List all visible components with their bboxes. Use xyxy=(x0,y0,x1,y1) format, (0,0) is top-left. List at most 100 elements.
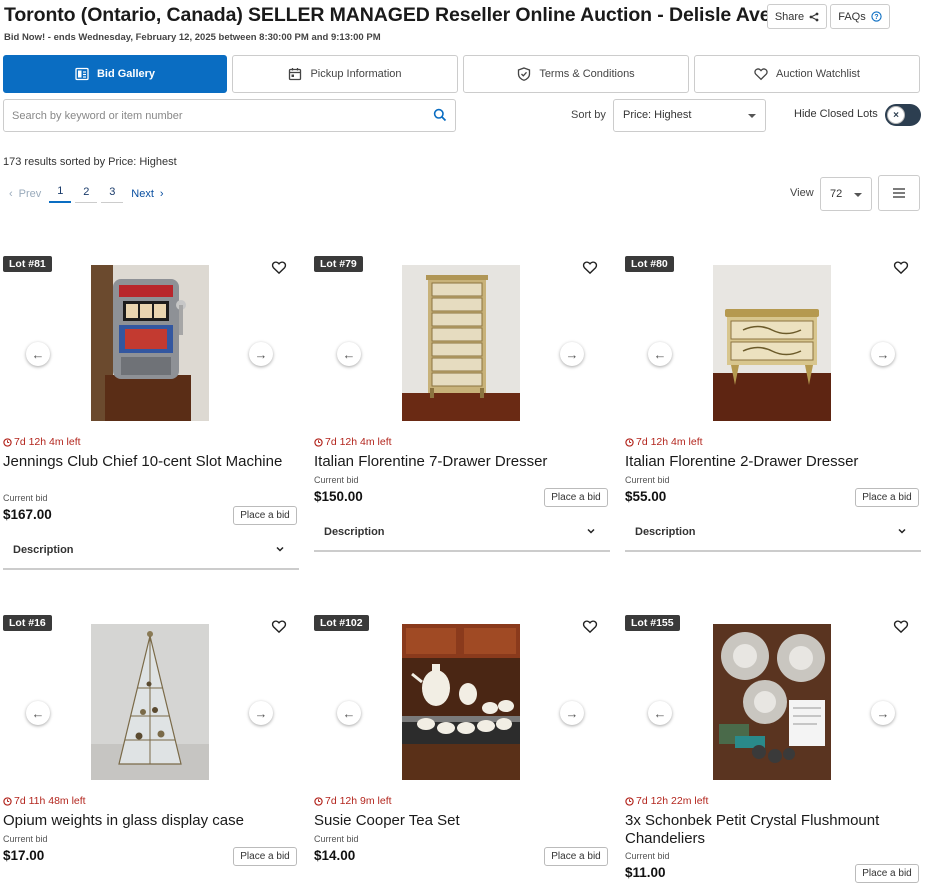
clock-icon xyxy=(625,437,634,447)
tab-label: Pickup Information xyxy=(310,68,402,80)
lot-photo[interactable] xyxy=(402,624,520,780)
watchlist-heart-icon[interactable] xyxy=(582,260,598,275)
lot-photo[interactable] xyxy=(713,265,831,421)
watchlist-heart-icon[interactable] xyxy=(582,619,598,634)
prev-photo-button[interactable]: ← xyxy=(648,701,672,725)
lot-number-badge: Lot #81 xyxy=(3,256,52,272)
page-2-link[interactable]: 2 xyxy=(75,186,98,203)
svg-text:?: ? xyxy=(874,14,878,21)
lot-title[interactable]: Italian Florentine 7-Drawer Dresser xyxy=(314,453,604,471)
share-label: Share xyxy=(774,10,805,23)
place-bid-button[interactable]: Place a bid xyxy=(544,847,608,866)
watchlist-heart-icon[interactable] xyxy=(893,619,909,634)
description-toggle[interactable]: Description xyxy=(3,532,299,570)
watchlist-heart-icon[interactable] xyxy=(271,619,287,634)
lot-title[interactable]: Opium weights in glass display case xyxy=(3,812,293,830)
chevron-down-icon xyxy=(748,114,756,118)
next-photo-button[interactable]: → xyxy=(560,342,584,366)
current-bid-label: Current bid xyxy=(314,834,359,844)
next-photo-button[interactable]: → xyxy=(560,701,584,725)
clock-icon xyxy=(314,796,323,806)
time-left-text: 7d 12h 4m left xyxy=(14,436,81,448)
hide-closed-toggle[interactable]: × xyxy=(885,104,921,126)
prev-photo-button[interactable]: ← xyxy=(648,342,672,366)
sort-select[interactable]: Price: Highest xyxy=(613,99,766,132)
auction-end-time: Bid Now! - ends Wednesday, February 12, … xyxy=(4,32,381,43)
prev-photo-button[interactable]: ← xyxy=(337,342,361,366)
prev-photo-button[interactable]: ← xyxy=(337,701,361,725)
tab-bid-gallery[interactable]: Bid Gallery xyxy=(3,55,227,93)
lot-number-badge: Lot #155 xyxy=(625,615,680,631)
time-left: 7d 12h 4m left xyxy=(314,436,392,448)
next-photo-button[interactable]: → xyxy=(249,701,273,725)
chevron-down-icon xyxy=(276,546,284,552)
view-label: View xyxy=(790,187,814,199)
faqs-button[interactable]: FAQs ? xyxy=(830,4,890,29)
lot-number-badge: Lot #79 xyxy=(314,256,363,272)
lot-card: Lot #81 ← → 7d 12h 4m left Jennings Club… xyxy=(3,256,299,576)
pagination: ‹ Prev 1 2 3 Next › xyxy=(3,183,170,205)
auction-tabs: Bid Gallery Pickup Information Terms & C… xyxy=(3,55,920,93)
lot-number-badge: Lot #80 xyxy=(625,256,674,272)
place-bid-button[interactable]: Place a bid xyxy=(233,847,297,866)
lot-card: Lot #155 ← → 7d 12h 22m left 3x Schonbek… xyxy=(625,615,921,885)
auction-header: Toronto (Ontario, Canada) SELLER MANAGED… xyxy=(4,2,924,46)
arrow-right-icon: → xyxy=(565,705,579,721)
tab-auction-watchlist[interactable]: Auction Watchlist xyxy=(694,55,920,93)
description-toggle[interactable]: Description xyxy=(314,514,610,552)
place-bid-button[interactable]: Place a bid xyxy=(233,506,297,525)
lot-card: Lot #16 ← → 7d 11h 48m left Opium weight… xyxy=(3,615,299,885)
page-1-link[interactable]: 1 xyxy=(49,185,72,203)
current-bid-amount: $150.00 xyxy=(314,489,363,504)
watchlist-heart-icon[interactable] xyxy=(271,260,287,275)
share-icon xyxy=(809,12,819,21)
arrow-right-icon: → xyxy=(876,346,890,362)
time-left-text: 7d 12h 9m left xyxy=(325,795,392,807)
sort-label: Sort by xyxy=(571,109,606,121)
page-title: Toronto (Ontario, Canada) SELLER MANAGED… xyxy=(4,4,805,26)
next-page-button[interactable]: Next › xyxy=(125,188,169,200)
prev-page-button[interactable]: ‹ Prev xyxy=(3,188,47,200)
tab-terms-conditions[interactable]: Terms & Conditions xyxy=(463,55,689,93)
current-bid-label: Current bid xyxy=(3,493,48,503)
faqs-label: FAQs xyxy=(838,10,866,23)
prev-photo-button[interactable]: ← xyxy=(26,701,50,725)
lot-photo[interactable] xyxy=(91,624,209,780)
search-icon[interactable] xyxy=(433,108,447,122)
place-bid-button[interactable]: Place a bid xyxy=(855,864,919,883)
tab-label: Auction Watchlist xyxy=(776,68,860,80)
view-count-select[interactable]: 72 xyxy=(820,177,872,211)
prev-photo-button[interactable]: ← xyxy=(26,342,50,366)
arrow-right-icon: → xyxy=(254,346,268,362)
current-bid-label: Current bid xyxy=(314,475,359,485)
clock-icon xyxy=(3,796,12,806)
next-photo-button[interactable]: → xyxy=(249,342,273,366)
lot-title[interactable]: Susie Cooper Tea Set xyxy=(314,812,604,830)
lot-photo[interactable] xyxy=(402,265,520,421)
place-bid-button[interactable]: Place a bid xyxy=(544,488,608,507)
description-label: Description xyxy=(13,544,74,556)
lot-photo[interactable] xyxy=(91,265,209,421)
lot-title[interactable]: Jennings Club Chief 10-cent Slot Machine xyxy=(3,453,293,471)
page-3-link[interactable]: 3 xyxy=(101,186,124,203)
chevron-right-icon: › xyxy=(159,188,164,200)
search-input[interactable] xyxy=(12,100,432,131)
search-box xyxy=(3,99,456,132)
lot-title[interactable]: 3x Schonbek Petit Crystal Flushmount Cha… xyxy=(625,812,915,848)
lot-photo[interactable] xyxy=(713,624,831,780)
description-toggle[interactable]: Description xyxy=(625,514,921,552)
current-bid-amount: $17.00 xyxy=(3,848,45,863)
share-button[interactable]: Share xyxy=(767,4,827,29)
current-bid-label: Current bid xyxy=(3,834,48,844)
place-bid-button[interactable]: Place a bid xyxy=(855,488,919,507)
tab-pickup-information[interactable]: Pickup Information xyxy=(232,55,458,93)
next-photo-button[interactable]: → xyxy=(871,701,895,725)
lot-title[interactable]: Italian Florentine 2-Drawer Dresser xyxy=(625,453,915,471)
time-left-text: 7d 12h 4m left xyxy=(325,436,392,448)
next-photo-button[interactable]: → xyxy=(871,342,895,366)
heart-icon xyxy=(754,68,768,81)
calendar-icon xyxy=(289,68,302,81)
watchlist-heart-icon[interactable] xyxy=(893,260,909,275)
current-bid-label: Current bid xyxy=(625,475,670,485)
list-view-button[interactable] xyxy=(878,175,920,211)
